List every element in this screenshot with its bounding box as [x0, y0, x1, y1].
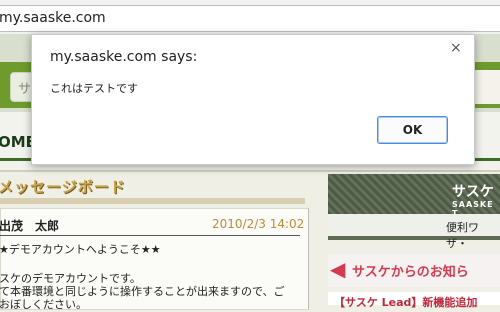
post-divider [0, 235, 300, 236]
close-icon[interactable]: × [450, 40, 462, 56]
header-search-text: サ [18, 82, 32, 97]
promo-title: サスケ [452, 184, 494, 200]
post-date: 2010/2/3 14:02 [212, 217, 305, 231]
board-title-underline [0, 198, 305, 204]
news-title: サスケからのお知ら [352, 265, 469, 280]
triangle-flag-icon: ◀ [330, 257, 346, 281]
promo-tagline: 便利ワザ・ [446, 221, 479, 250]
post-body-line: おぼしください。 [0, 298, 87, 311]
browser-toolbar: my.saaske.com [0, 0, 500, 35]
address-text[interactable]: my.saaske.com [0, 10, 106, 26]
dialog-message: これはテストです [50, 82, 138, 95]
message-board-title: メッセージボード [0, 178, 126, 196]
post-author: 出茂 太郎 [0, 219, 60, 233]
post-heading: ★デモアカウントへようこそ★★ [0, 243, 161, 256]
news-item-link[interactable]: 【サスケ Lead】新機能追加 [334, 294, 477, 310]
ok-button[interactable]: OK [377, 116, 448, 144]
address-bar[interactable]: my.saaske.com [0, 5, 500, 32]
dialog-title: my.saaske.com says: [50, 49, 198, 65]
